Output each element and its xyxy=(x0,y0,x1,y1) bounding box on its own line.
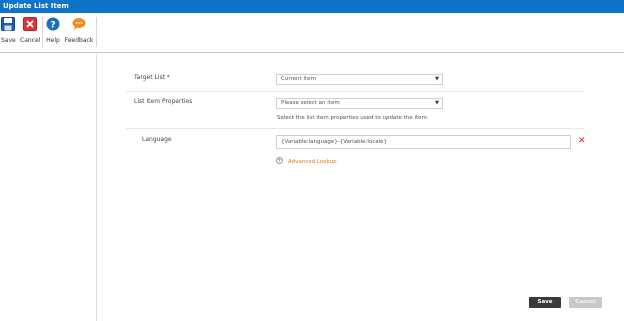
feedback-ribbon-label: Feedback xyxy=(64,37,94,44)
properties-label: List Item Properties xyxy=(134,98,193,105)
delete-icon[interactable]: ✕ xyxy=(578,137,586,146)
cancel-icon xyxy=(23,17,37,31)
cancel-ribbon-button[interactable]: Cancel xyxy=(20,17,40,44)
target-list-select[interactable]: Current Item ▼ xyxy=(276,74,443,85)
row-divider xyxy=(126,128,584,129)
help-icon: ? xyxy=(46,17,60,31)
language-label: Language xyxy=(142,136,172,143)
cancel-button[interactable]: Cancel xyxy=(569,297,602,308)
ribbon-separator xyxy=(42,17,43,47)
save-ribbon-label: Save xyxy=(1,37,16,44)
window-title: Update List Item xyxy=(0,0,624,13)
language-input[interactable]: {Variable:language}-{Variable:locale} xyxy=(276,135,571,149)
feedback-ribbon-button[interactable]: Feedback xyxy=(64,17,94,44)
row-divider xyxy=(126,91,584,92)
left-panel xyxy=(0,54,97,321)
ribbon-separator xyxy=(96,17,97,47)
properties-select[interactable]: Please select an item ▼ xyxy=(276,98,443,109)
properties-hint: Select the list item properties used to … xyxy=(277,115,429,121)
caret-down-icon: ▼ xyxy=(435,100,439,106)
feedback-icon xyxy=(72,18,86,30)
advanced-lookup-link[interactable]: Advanced Lookup xyxy=(288,159,337,165)
ribbon-toolbar: Save Cancel ? Help Feedback xyxy=(0,13,624,53)
save-icon xyxy=(1,17,15,31)
target-list-label: Target List * xyxy=(134,74,170,81)
help-ribbon-label: Help xyxy=(46,37,60,44)
save-button[interactable]: Save xyxy=(529,297,561,308)
plus-icon[interactable]: + xyxy=(276,157,283,164)
required-marker: * xyxy=(166,74,170,81)
properties-value: Please select an item xyxy=(281,100,340,106)
target-list-value: Current Item xyxy=(281,76,316,82)
cancel-ribbon-label: Cancel xyxy=(20,37,41,44)
svg-text:?: ? xyxy=(50,21,55,31)
help-ribbon-button[interactable]: ? Help xyxy=(45,17,61,44)
caret-down-icon: ▼ xyxy=(435,76,439,82)
save-ribbon-button[interactable]: Save xyxy=(1,17,16,44)
